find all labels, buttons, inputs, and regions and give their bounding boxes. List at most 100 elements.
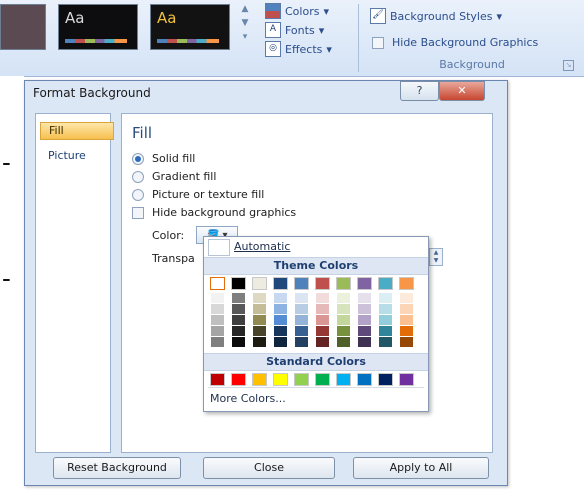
theme-color-shade-swatch[interactable] — [316, 337, 329, 347]
theme-color-shade-swatch[interactable] — [295, 326, 308, 336]
theme-color-shade-swatch[interactable] — [211, 315, 224, 325]
solid-fill-option[interactable]: Solid fill — [132, 152, 195, 165]
theme-color-shade-swatch[interactable] — [400, 326, 413, 336]
hide-graphics-option[interactable]: Hide background graphics — [132, 206, 296, 219]
theme-color-shade-swatch[interactable] — [274, 304, 287, 314]
close-button[interactable]: Close — [203, 457, 335, 479]
gradient-fill-radio[interactable] — [132, 170, 144, 183]
theme-color-shade-swatch[interactable] — [316, 326, 329, 336]
theme-color-shade-swatch[interactable] — [400, 315, 413, 325]
theme-color-shade-swatch[interactable] — [253, 315, 266, 325]
theme-color-shade-swatch[interactable] — [232, 326, 245, 336]
theme-color-swatch[interactable] — [357, 277, 372, 290]
theme-color-shade-swatch[interactable] — [379, 304, 392, 314]
picture-fill-option[interactable]: Picture or texture fill — [132, 188, 264, 201]
effects-button[interactable]: ◎ Effects ▾ — [265, 41, 332, 57]
apply-to-all-button[interactable]: Apply to All — [353, 457, 489, 479]
theme-color-shade-swatch[interactable] — [337, 304, 350, 314]
theme-color-shade-swatch[interactable] — [358, 326, 371, 336]
theme-color-shade-swatch[interactable] — [379, 337, 392, 347]
fonts-button[interactable]: A Fonts ▾ — [265, 22, 324, 38]
hide-graphics-checkbox[interactable] — [132, 206, 144, 219]
theme-color-shade-swatch[interactable] — [295, 293, 308, 303]
theme-color-shade-swatch[interactable] — [253, 304, 266, 314]
theme-color-shade-swatch[interactable] — [379, 293, 392, 303]
hide-background-graphics-check-icon[interactable] — [372, 36, 384, 49]
theme-color-shade-swatch[interactable] — [316, 304, 329, 314]
reset-background-button[interactable]: Reset Background — [53, 457, 181, 479]
standard-color-swatch[interactable] — [315, 373, 330, 386]
close-icon[interactable]: ✕ — [439, 81, 485, 101]
theme-color-shade-swatch[interactable] — [211, 293, 224, 303]
theme-color-shade-swatch[interactable] — [358, 304, 371, 314]
standard-color-swatch[interactable] — [294, 373, 309, 386]
theme-color-shade-swatch[interactable] — [358, 293, 371, 303]
theme-color-shade-swatch[interactable] — [379, 315, 392, 325]
picture-fill-radio[interactable] — [132, 188, 144, 201]
theme-color-shade-swatch[interactable] — [274, 326, 287, 336]
background-styles-button[interactable]: 🖌 Background Styles ▾ — [370, 8, 502, 24]
nav-item-picture[interactable]: Picture — [40, 148, 112, 164]
standard-color-swatch[interactable] — [378, 373, 393, 386]
dialog-launcher-icon[interactable]: ↘ — [563, 60, 574, 71]
theme-color-shade-swatch[interactable] — [211, 326, 224, 336]
solid-fill-radio[interactable] — [132, 152, 144, 165]
theme-color-shade-swatch[interactable] — [337, 337, 350, 347]
hide-background-graphics-checkbox[interactable]: Hide Background Graphics — [372, 36, 538, 49]
theme-color-shade-swatch[interactable] — [211, 304, 224, 314]
theme-color-swatch[interactable] — [252, 277, 267, 290]
theme-color-shade-swatch[interactable] — [232, 337, 245, 347]
theme-color-shade-swatch[interactable] — [211, 337, 224, 347]
theme-thumbnail-1[interactable]: Aa — [58, 4, 138, 50]
theme-color-shade-swatch[interactable] — [379, 326, 392, 336]
theme-color-shade-swatch[interactable] — [337, 326, 350, 336]
theme-color-shade-swatch[interactable] — [274, 315, 287, 325]
theme-color-swatch[interactable] — [273, 277, 288, 290]
theme-color-shade-swatch[interactable] — [295, 337, 308, 347]
theme-color-swatch[interactable] — [378, 277, 393, 290]
theme-color-shade-swatch[interactable] — [232, 315, 245, 325]
theme-color-swatch[interactable] — [210, 277, 225, 290]
theme-color-shade-swatch[interactable] — [274, 293, 287, 303]
theme-gallery-scroll[interactable]: ▲ ▼ ▾ — [236, 4, 254, 48]
theme-color-shade-swatch[interactable] — [253, 326, 266, 336]
standard-color-swatch[interactable] — [252, 373, 267, 386]
standard-color-swatch[interactable] — [357, 373, 372, 386]
theme-color-shade-swatch[interactable] — [316, 315, 329, 325]
standard-color-swatch[interactable] — [273, 373, 288, 386]
automatic-color-option[interactable]: Automatic — [204, 237, 428, 256]
theme-color-shade-swatch[interactable] — [337, 293, 350, 303]
theme-color-swatch[interactable] — [336, 277, 351, 290]
standard-color-swatch[interactable] — [399, 373, 414, 386]
theme-color-shade-swatch[interactable] — [232, 304, 245, 314]
theme-color-swatch[interactable] — [399, 277, 414, 290]
theme-color-shade-swatch[interactable] — [253, 337, 266, 347]
standard-color-swatch[interactable] — [231, 373, 246, 386]
gallery-more-icon[interactable]: ▾ — [236, 32, 254, 46]
theme-thumbnail-2[interactable]: Aa — [150, 4, 230, 50]
gradient-fill-option[interactable]: Gradient fill — [132, 170, 216, 183]
gallery-down-icon[interactable]: ▼ — [236, 18, 254, 32]
gallery-up-icon[interactable]: ▲ — [236, 4, 254, 18]
theme-color-shade-swatch[interactable] — [337, 315, 350, 325]
theme-color-swatch[interactable] — [315, 277, 330, 290]
theme-color-shade-swatch[interactable] — [316, 293, 329, 303]
theme-color-shade-swatch[interactable] — [400, 337, 413, 347]
standard-color-swatch[interactable] — [336, 373, 351, 386]
theme-color-shade-swatch[interactable] — [295, 315, 308, 325]
theme-color-shade-swatch[interactable] — [232, 293, 245, 303]
theme-thumbnail-partial[interactable] — [0, 4, 46, 50]
theme-color-shade-swatch[interactable] — [253, 293, 266, 303]
theme-color-shade-swatch[interactable] — [274, 337, 287, 347]
theme-color-shade-swatch[interactable] — [358, 337, 371, 347]
theme-color-shade-swatch[interactable] — [295, 304, 308, 314]
standard-color-swatch[interactable] — [210, 373, 225, 386]
theme-color-swatch[interactable] — [231, 277, 246, 290]
nav-item-fill[interactable]: Fill — [40, 122, 114, 140]
theme-color-shade-swatch[interactable] — [400, 304, 413, 314]
help-button[interactable]: ? — [400, 81, 439, 101]
colors-button[interactable]: Colors ▾ — [265, 3, 329, 19]
theme-color-shade-swatch[interactable] — [400, 293, 413, 303]
transparency-spinner[interactable]: ▲ ▼ — [429, 248, 443, 266]
more-colors-link[interactable]: More Colors... — [210, 392, 286, 405]
